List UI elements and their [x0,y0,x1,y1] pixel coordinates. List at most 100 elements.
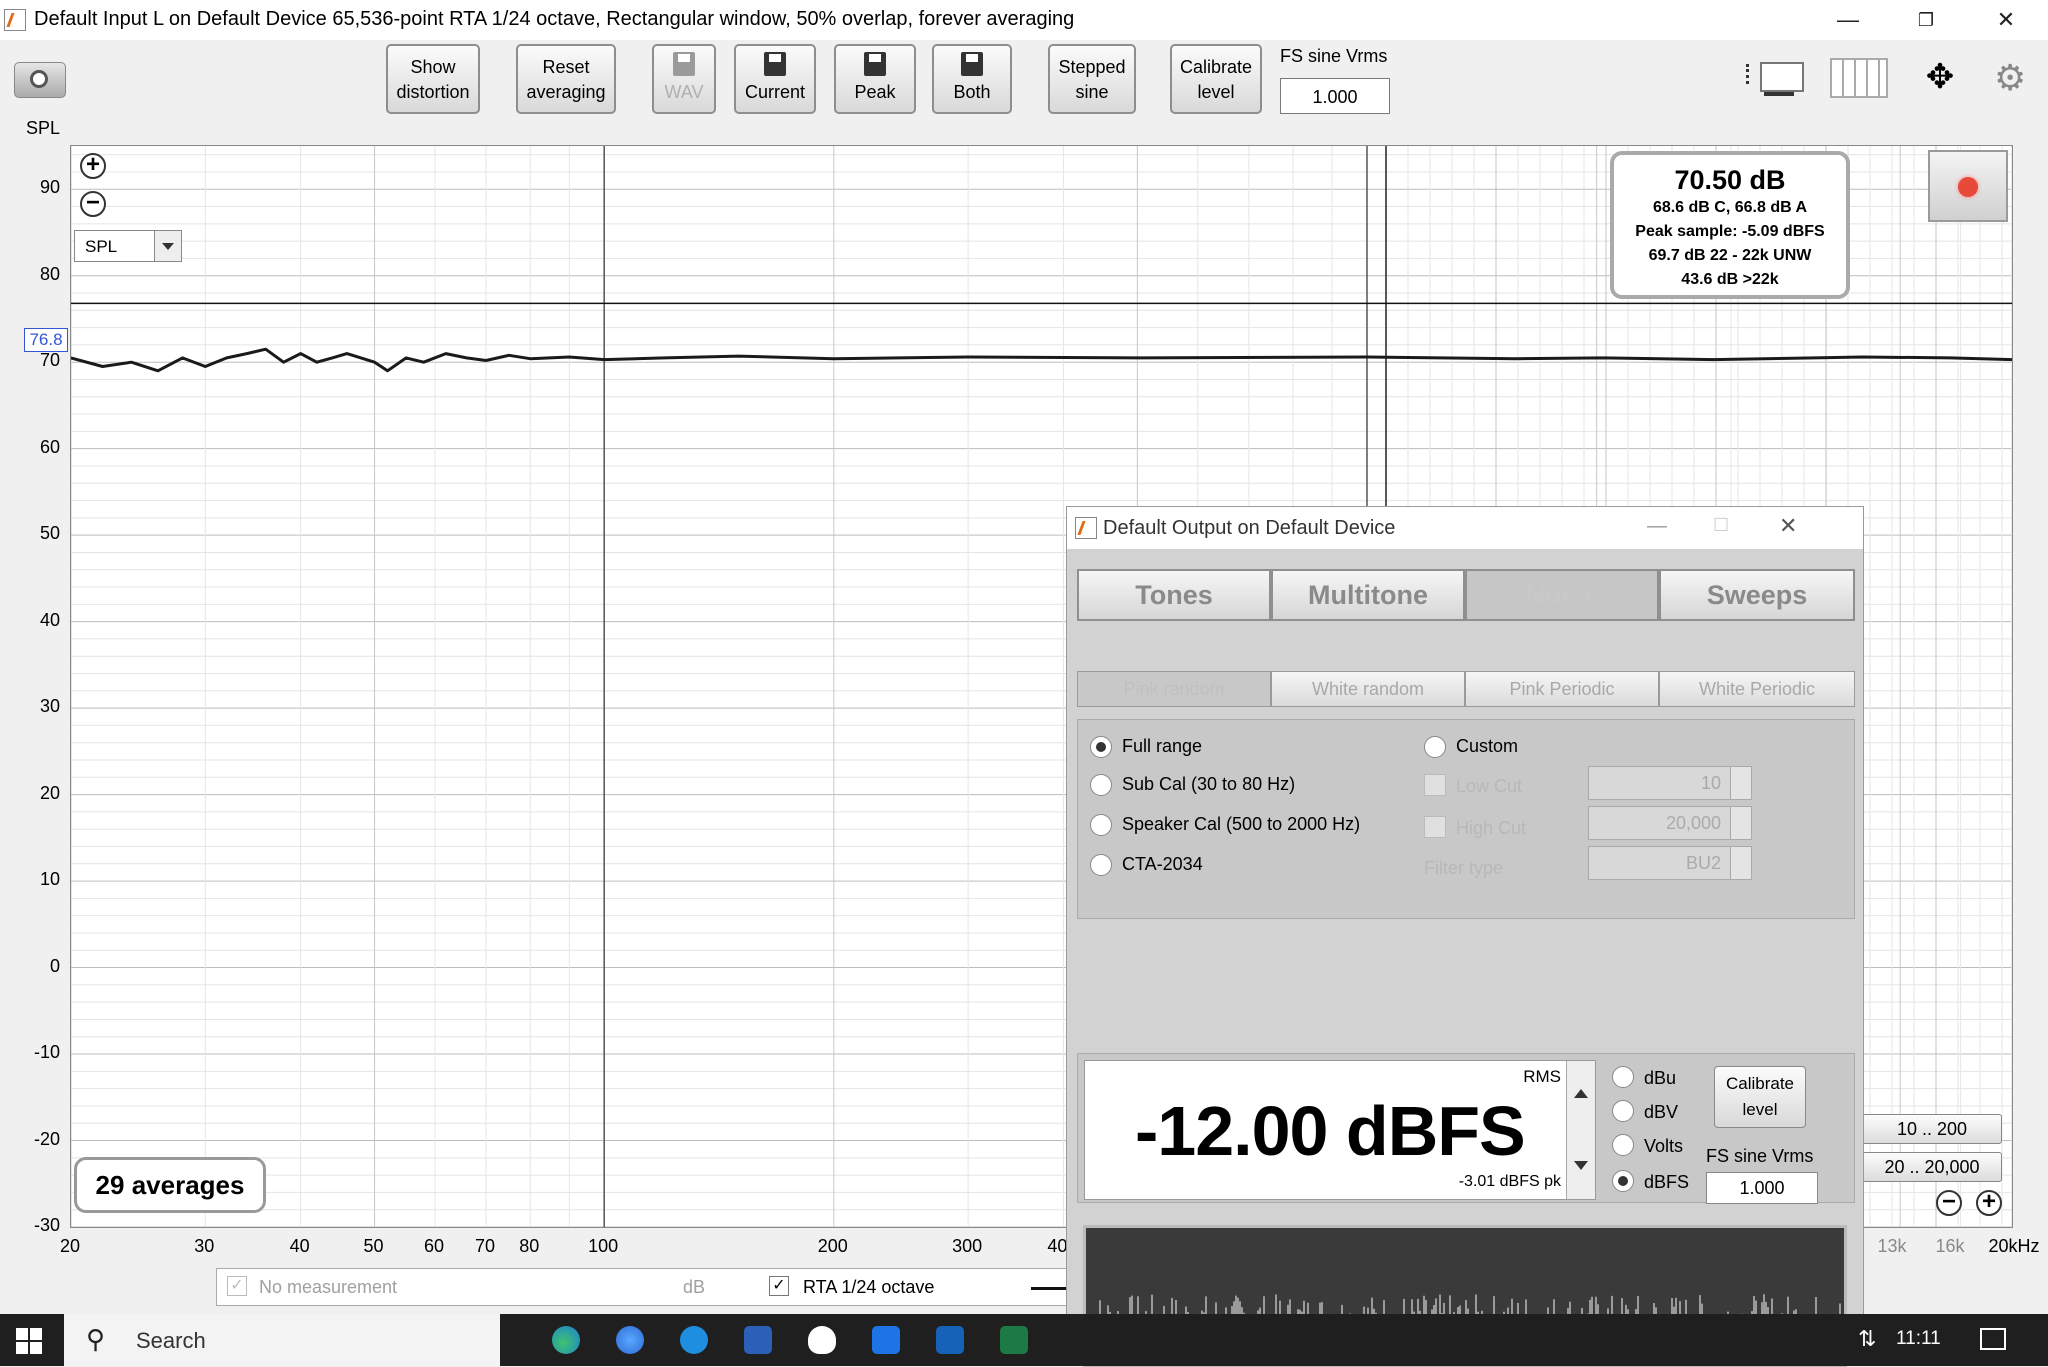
y-tick-label: 90 [39,177,60,198]
speaker-cal-radio[interactable] [1090,814,1112,836]
tab-tones[interactable]: Tones [1077,569,1271,621]
chevron-down-icon[interactable] [1730,847,1751,879]
low-cut-spinner[interactable]: 10 [1588,766,1752,800]
high-cut-spinner[interactable]: 20,000 [1588,806,1752,840]
no-measurement-checkbox[interactable]: ✓ [227,1276,247,1296]
generator-minimize-button[interactable]: — [1647,515,1667,538]
filter-type-select[interactable]: BU2 [1588,846,1752,880]
tab-multitone[interactable]: Multitone [1271,569,1465,621]
y-tick-label: 70 [39,350,60,371]
edge-icon[interactable] [552,1326,580,1354]
subtab-white-random[interactable]: White random [1271,671,1465,707]
unit-dbfs-radio[interactable] [1612,1170,1634,1192]
zoom-in-icon[interactable]: + [80,153,106,179]
zoom-in-icon[interactable]: + [1976,1190,2002,1216]
save-disk-icon [864,52,886,76]
rta-trace-point [1712,359,1715,361]
subtab-white-periodic[interactable]: White Periodic [1659,671,1855,707]
level-display[interactable]: RMS -12.00 dBFS -3.01 dBFS pk [1084,1060,1596,1200]
outlook-icon[interactable] [936,1326,964,1354]
high-cut-value: 20,000 [1665,813,1721,833]
close-button[interactable]: ✕ [1976,0,2036,40]
generator-fs-input[interactable]: 1.000 [1706,1172,1818,1204]
range-20-20000-button[interactable]: 20 .. 20,000 [1862,1152,2002,1182]
taskbar-search[interactable]: ⚲ Search [64,1314,500,1366]
cursor-value[interactable]: 76.8 [24,328,68,352]
full-range-radio[interactable] [1090,736,1112,758]
search-icon: ⚲ [86,1324,106,1354]
readout-main: 70.50 dB [1674,165,1786,195]
excel-icon[interactable] [1000,1326,1028,1354]
windows-start-icon[interactable] [16,1328,42,1354]
sub-cal-radio[interactable] [1090,774,1112,796]
tab-noise[interactable]: Noise [1465,569,1659,621]
rta-trace-point [664,357,666,359]
x-tick-label: 70 [475,1236,496,1256]
unit-dbv-radio[interactable] [1612,1100,1634,1122]
generator-maximize-button[interactable]: ☐ [1713,515,1729,536]
stepped-sine-button[interactable]: Stepped sine [1048,44,1136,114]
output-level-panel: RMS -12.00 dBFS -3.01 dBFS pk dBu dBV Vo… [1077,1053,1855,1204]
legend-bar: ✓ No measurement dB ✓ RTA 1/24 octave [216,1268,1076,1306]
low-cut-label: Low Cut [1456,776,1523,796]
save-current-button[interactable]: Current [734,44,816,114]
show-distortion-label-1: Show [410,57,456,77]
unit-dbu-radio[interactable] [1612,1066,1634,1088]
columns-icon[interactable] [1830,58,1888,98]
rta-checkbox[interactable]: ✓ [769,1276,789,1296]
save-both-button[interactable]: Both [932,44,1012,114]
spinner-arrows-icon[interactable] [1730,767,1751,799]
network-icon[interactable]: ⇅ [1858,1326,1876,1352]
gen-calibrate-label-2: level [1742,1100,1778,1119]
low-cut-value: 10 [1700,773,1721,793]
current-label: Current [744,82,806,102]
rta-trace-point [130,361,132,363]
record-button[interactable] [1928,150,2008,222]
zoom-out-icon[interactable]: − [80,191,106,217]
show-distortion-button[interactable]: Show distortion [386,44,480,114]
generator-calibrate-button[interactable]: Calibrate level [1714,1066,1806,1128]
spl-select[interactable]: SPL [74,230,182,262]
cloud-icon[interactable] [680,1326,708,1354]
x-tick-label: 100 [588,1236,619,1256]
generator-close-button[interactable]: ✕ [1779,513,1797,539]
window-title: Default Input L on Default Device 65,536… [34,8,1075,30]
unit-volts-radio[interactable] [1612,1134,1634,1156]
range-10-200-button[interactable]: 10 .. 200 [1862,1114,2002,1144]
x-tick-label: 60 [423,1236,444,1256]
notifications-icon[interactable] [1980,1328,2006,1350]
fs-sine-input[interactable]: 1.000 [1280,78,1390,114]
level-spinner[interactable] [1566,1061,1595,1199]
save-peak-button[interactable]: Peak [834,44,916,114]
filter-type-label: Filter type [1424,858,1504,878]
high-cut-checkbox[interactable] [1424,816,1446,838]
chevron-down-icon[interactable] [154,231,181,261]
subtab-pink-random[interactable]: Pink random [1077,671,1271,707]
wav-button[interactable]: WAV [652,44,716,114]
gear-icon[interactable]: ⚙ [1994,60,2030,96]
move-arrows-icon[interactable]: ✥ [1910,58,1970,98]
fox-icon[interactable] [808,1326,836,1354]
dropbox-icon[interactable] [872,1326,900,1354]
calibrate-level-button[interactable]: Calibrate level [1170,44,1262,114]
minimize-button[interactable]: — [1818,0,1878,40]
chevron-down-icon[interactable] [1574,1161,1588,1170]
reset-averaging-button[interactable]: Reset averaging [516,44,616,114]
rta-trace-point [529,358,531,360]
averages-count: 29 averages [74,1157,266,1213]
low-cut-checkbox[interactable] [1424,774,1446,796]
custom-radio[interactable] [1424,736,1446,758]
zoom-out-icon[interactable]: − [1936,1190,1962,1216]
browser-icon[interactable] [616,1326,644,1354]
chevron-up-icon[interactable] [1574,1089,1588,1098]
camera-icon[interactable] [14,62,66,98]
rta-trace-point [405,357,407,359]
subtab-pink-periodic[interactable]: Pink Periodic [1465,671,1659,707]
title-bar: Default Input L on Default Device 65,536… [0,0,2048,40]
graph-layout-icon[interactable] [1746,58,1808,98]
word-icon[interactable] [744,1326,772,1354]
spinner-arrows-icon[interactable] [1730,807,1751,839]
restore-button[interactable]: ❐ [1896,0,1956,40]
cta-radio[interactable] [1090,854,1112,876]
tab-sweeps[interactable]: Sweeps [1659,569,1855,621]
